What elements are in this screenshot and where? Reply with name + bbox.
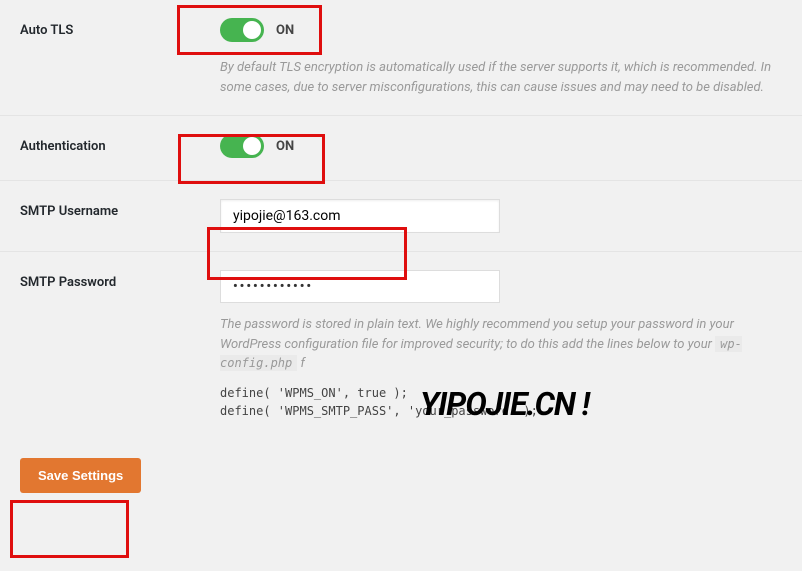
save-settings-button[interactable]: Save Settings	[20, 458, 141, 493]
smtp-password-input[interactable]: ••••••••••••	[220, 270, 500, 303]
smtp-username-row: SMTP Username	[0, 181, 802, 252]
authentication-state: ON	[276, 139, 294, 154]
password-dots: ••••••••••••	[233, 279, 313, 294]
auto-tls-label: Auto TLS	[20, 18, 220, 97]
authentication-toggle-wrap: ON	[220, 134, 294, 158]
auto-tls-toggle[interactable]	[220, 18, 264, 42]
smtp-username-label: SMTP Username	[20, 199, 220, 233]
auto-tls-desc: By default TLS encryption is automatical…	[220, 58, 782, 97]
auto-tls-state: ON	[276, 23, 294, 38]
smtp-password-desc: The password is stored in plain text. We…	[220, 315, 782, 374]
authentication-label: Authentication	[20, 134, 220, 162]
authentication-row: Authentication ON	[0, 116, 802, 181]
watermark: YIPOJIE.CN !	[420, 385, 589, 423]
auto-tls-toggle-wrap: ON	[220, 18, 294, 42]
toggle-knob	[243, 137, 261, 155]
desc-text-1: The password is stored in plain text. We…	[220, 317, 734, 352]
toggle-knob	[243, 21, 261, 39]
desc-text-2: f	[297, 356, 305, 371]
auto-tls-row: Auto TLS ON By default TLS encryption is…	[0, 0, 802, 116]
smtp-username-input[interactable]	[220, 199, 500, 233]
authentication-toggle[interactable]	[220, 134, 264, 158]
authentication-field: ON	[220, 134, 782, 162]
smtp-password-label: SMTP Password	[20, 270, 220, 420]
smtp-password-row: SMTP Password •••••••••••• The password …	[0, 252, 802, 438]
auto-tls-field: ON By default TLS encryption is automati…	[220, 18, 782, 97]
save-row: Save Settings	[0, 438, 802, 513]
smtp-username-field	[220, 199, 782, 233]
